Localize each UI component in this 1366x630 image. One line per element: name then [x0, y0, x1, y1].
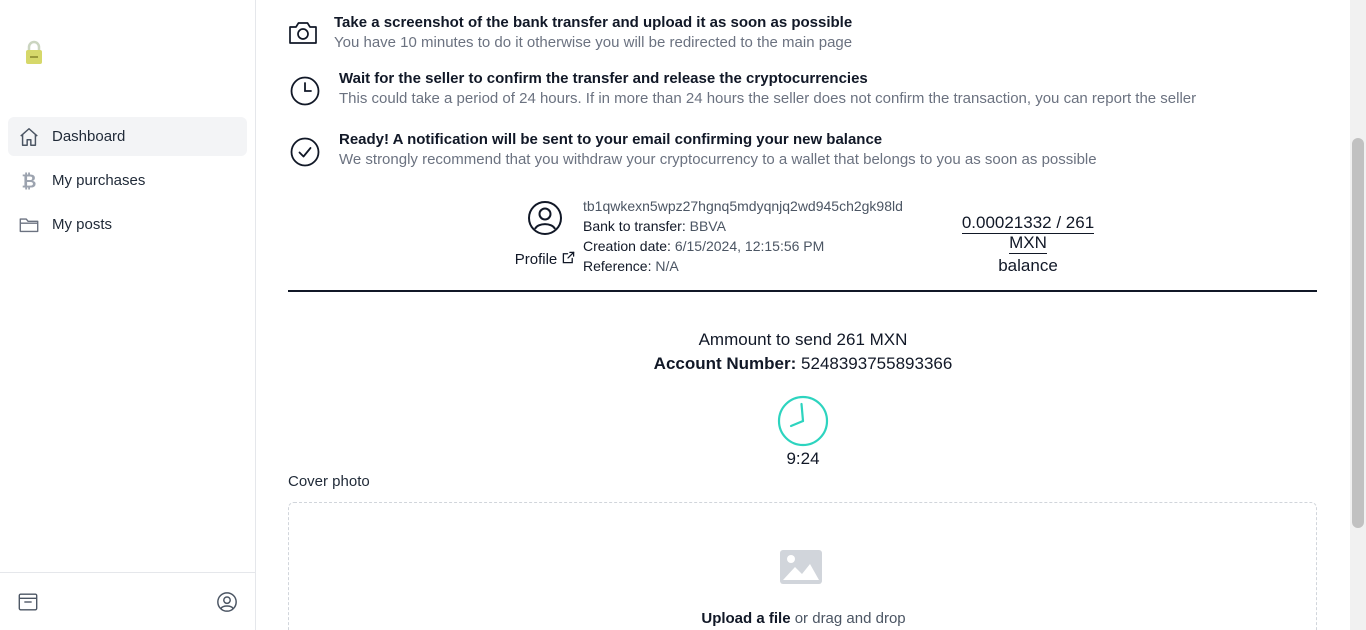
camera-icon: [288, 20, 320, 52]
check-circle-icon: [290, 137, 322, 169]
account-number: Account Number: 5248393755893366: [256, 354, 1350, 374]
creation-date-value: 6/15/2024, 12:15:56 PM: [674, 238, 825, 254]
account-number-value: 5248393755893366: [801, 354, 953, 373]
upload-instructions: Upload a file or drag and drop: [289, 610, 1318, 627]
creation-date-label: Creation date:: [583, 238, 671, 254]
profile-label: Profile: [514, 251, 558, 268]
account-number-label: Account Number:: [653, 354, 797, 373]
drag-drop-text: or drag and drop: [794, 610, 906, 627]
bitcoin-icon: ₿: [18, 170, 40, 192]
step-title: Take a screenshot of the bank transfer a…: [334, 14, 853, 31]
sidebar-nav: Dashboard ₿ My purchases My posts: [8, 117, 247, 249]
sidebar-item-my-purchases[interactable]: ₿ My purchases: [8, 161, 247, 200]
order-details: tb1qwkexn5wpz27hgnq5mdyqnjq2wd945ch2gk98…: [583, 196, 903, 276]
bank-label: Bank to transfer:: [583, 218, 686, 234]
sidebar-footer: [0, 572, 255, 630]
amount-to-send: Ammount to send 261 MXN: [698, 330, 908, 349]
balance-label: balance: [998, 256, 1058, 275]
sidebar: Dashboard ₿ My purchases My posts: [0, 0, 256, 630]
upload-dropzone[interactable]: Upload a file or drag and drop: [288, 502, 1317, 630]
sidebar-item-my-posts[interactable]: My posts: [8, 205, 247, 244]
padlock-logo[interactable]: [24, 40, 44, 66]
user-circle-icon[interactable]: [216, 591, 238, 613]
sidebar-item-label: My purchases: [52, 172, 146, 189]
seller-profile: Profile: [510, 200, 580, 269]
reference-label: Reference:: [583, 258, 652, 274]
step-description: This could take a period of 24 hours. If…: [339, 90, 1197, 107]
page-scrollbar[interactable]: [1350, 0, 1366, 630]
step-title: Wait for the seller to confirm the trans…: [339, 70, 868, 87]
bank-value: BBVA: [689, 218, 726, 234]
profile-avatar-icon: [510, 200, 580, 238]
reference-value: N/A: [655, 258, 679, 274]
divider: [288, 290, 1317, 292]
sidebar-item-dashboard[interactable]: Dashboard: [8, 117, 247, 156]
external-link-icon: [562, 251, 575, 268]
folder-icon: [18, 214, 40, 236]
main-content: Take a screenshot of the bank transfer a…: [256, 0, 1350, 630]
balance-amount: 0.00021332 / 261 MXN: [961, 213, 1095, 254]
upload-file-link[interactable]: Upload a file: [701, 610, 790, 627]
step-description: You have 10 minutes to do it otherwise y…: [334, 34, 853, 51]
step-title: Ready! A notification will be sent to yo…: [339, 131, 883, 148]
sidebar-item-label: Dashboard: [52, 128, 126, 145]
balance-block: 0.00021332 / 261 MXN balance: [941, 213, 1115, 276]
clock-icon: [290, 76, 322, 108]
countdown-timer: 9:24: [786, 449, 820, 468]
cover-photo-label: Cover photo: [288, 473, 370, 490]
wallet-address: tb1qwkexn5wpz27hgnq5mdyqnjq2wd945ch2gk98…: [583, 198, 903, 214]
svg-text:₿: ₿: [22, 171, 37, 192]
scrollbar-thumb[interactable]: [1352, 138, 1364, 528]
step-upload-screenshot: Take a screenshot of the bank transfer a…: [288, 13, 852, 53]
inbox-icon[interactable]: [17, 591, 39, 613]
step-wait-seller: Wait for the seller to confirm the trans…: [290, 69, 1196, 109]
step-ready: Ready! A notification will be sent to yo…: [290, 130, 1097, 170]
profile-link[interactable]: Profile: [515, 251, 576, 268]
sidebar-item-label: My posts: [52, 216, 113, 233]
step-description: We strongly recommend that you withdraw …: [339, 151, 1097, 168]
countdown-clock-icon: [777, 395, 829, 447]
image-icon: [779, 549, 825, 587]
home-icon: [18, 126, 40, 148]
